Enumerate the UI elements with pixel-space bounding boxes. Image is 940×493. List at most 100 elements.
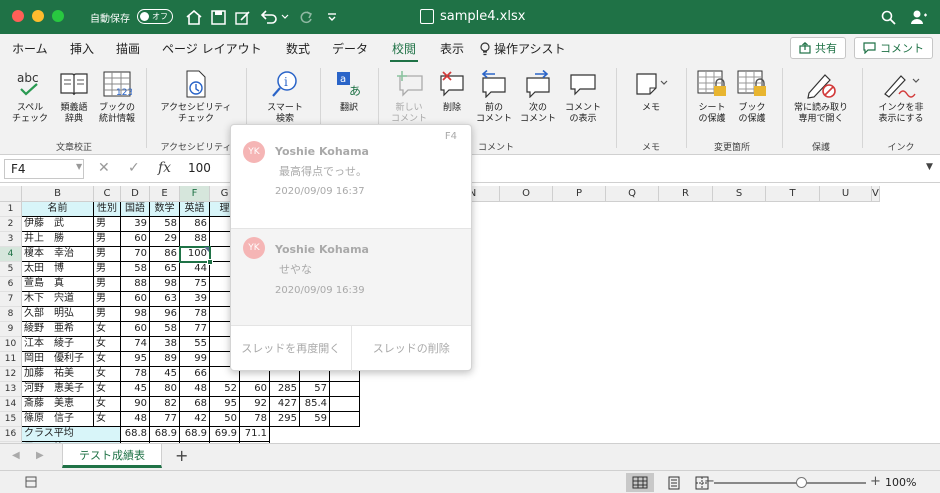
cell[interactable]: 榎本 幸治 (22, 247, 94, 262)
name-box-dropdown-icon[interactable]: ▼ (76, 162, 82, 171)
cell[interactable]: 60 (121, 322, 150, 337)
row-header-13[interactable]: 13 (0, 382, 22, 397)
cell[interactable]: クラス平均 (22, 427, 121, 442)
row-header-14[interactable]: 14 (0, 397, 22, 412)
cell[interactable]: 98 (150, 277, 180, 292)
tab-view[interactable]: 表示 (440, 40, 464, 57)
cell[interactable]: 95 (121, 352, 150, 367)
column-header-Q[interactable]: Q (606, 186, 659, 202)
cell[interactable]: 68.8 (121, 427, 150, 442)
cell[interactable]: 71.1 (240, 427, 270, 442)
column-header-E[interactable]: E (150, 186, 180, 202)
redo-icon[interactable] (296, 8, 316, 26)
row-header-7[interactable]: 7 (0, 292, 22, 307)
column-header-P[interactable]: P (553, 186, 606, 202)
protect-sheet-button[interactable]: シート の保護 (692, 68, 732, 125)
cell[interactable]: 50 (210, 412, 240, 427)
cell[interactable]: 男 (94, 217, 121, 232)
always-open-readonly-button[interactable]: 常に読み取り 専用で開く (788, 68, 854, 125)
cell[interactable]: 45 (121, 382, 150, 397)
prev-sheet-icon[interactable]: ◀ (12, 450, 20, 461)
cell[interactable]: 98 (121, 307, 150, 322)
cell[interactable]: 萱島 真 (22, 277, 94, 292)
home-icon[interactable] (184, 8, 204, 26)
column-header-S[interactable]: S (713, 186, 766, 202)
fill-handle[interactable] (207, 259, 213, 265)
cell[interactable]: 68.9 (180, 427, 210, 442)
accessibility-check-button[interactable]: アクセシビリティ チェック (152, 68, 240, 125)
cell[interactable]: 58 (150, 217, 180, 232)
row-header-5[interactable]: 5 (0, 262, 22, 277)
notes-button[interactable]: メモ (626, 68, 676, 114)
cell[interactable]: 39 (180, 292, 210, 307)
delete-thread-button[interactable]: スレッドの削除 (352, 326, 472, 371)
cell[interactable]: 名前 (22, 202, 94, 217)
new-comment-button[interactable]: 新しい コメント (386, 68, 432, 125)
show-comments-button[interactable]: コメント の表示 (560, 68, 606, 125)
cell[interactable]: 285 (270, 382, 300, 397)
expand-formula-bar-icon[interactable]: ▼ (926, 162, 933, 172)
share-button[interactable]: 共有 (790, 37, 846, 59)
cell[interactable]: 86 (180, 217, 210, 232)
cell[interactable]: 74 (121, 337, 150, 352)
cell[interactable]: 70 (121, 247, 150, 262)
cell[interactable]: 78 (180, 307, 210, 322)
cell[interactable]: 95 (210, 397, 240, 412)
cell[interactable]: 綾野 亜希 (22, 322, 94, 337)
column-header-B[interactable]: B (22, 186, 94, 202)
cell[interactable]: 42 (180, 412, 210, 427)
cell[interactable]: 女 (94, 382, 121, 397)
account-icon[interactable] (908, 8, 930, 26)
row-header-16[interactable]: 16 (0, 427, 22, 442)
tab-page-layout[interactable]: ページ レイアウト (162, 40, 262, 57)
zoom-in-icon[interactable]: + (870, 474, 881, 489)
cell[interactable]: 295 (270, 412, 300, 427)
row-header-10[interactable]: 10 (0, 337, 22, 352)
row-header-1[interactable]: 1 (0, 202, 22, 217)
cell[interactable]: 80 (150, 382, 180, 397)
cell[interactable]: 57 (300, 382, 330, 397)
normal-view-button[interactable] (626, 473, 654, 492)
row-header-11[interactable]: 11 (0, 352, 22, 367)
row-header-9[interactable]: 9 (0, 322, 22, 337)
enter-icon[interactable]: ✓ (128, 160, 140, 176)
smart-lookup-button[interactable]: i スマート 検索 (258, 68, 312, 125)
tab-insert[interactable]: 挿入 (70, 40, 94, 57)
cell[interactable]: 男 (94, 307, 121, 322)
close-window-button[interactable] (12, 10, 24, 22)
cell[interactable]: 86 (150, 247, 180, 262)
cell[interactable]: 男 (94, 232, 121, 247)
autosave-toggle[interactable]: オフ (137, 9, 173, 24)
column-header-V[interactable]: V (872, 186, 880, 202)
cell[interactable]: 58 (150, 322, 180, 337)
cell[interactable]: 38 (150, 337, 180, 352)
cell[interactable]: 69.9 (210, 427, 240, 442)
search-icon[interactable] (878, 8, 898, 26)
cell[interactable]: 65 (150, 262, 180, 277)
cell[interactable]: 性別 (94, 202, 121, 217)
row-header-4[interactable]: 4 (0, 247, 22, 262)
edit-icon[interactable] (232, 8, 252, 26)
protect-workbook-button[interactable]: ブック の保護 (732, 68, 772, 125)
zoom-window-button[interactable] (52, 10, 64, 22)
comment-thread-2[interactable]: YK Yoshie Kohama せやな 2020/09/09 16:39 (231, 229, 471, 325)
cell[interactable]: 55 (180, 337, 210, 352)
tab-review[interactable]: 校閲 (389, 40, 419, 63)
cell[interactable]: 斎藤 美恵 (22, 397, 94, 412)
thesaurus-button[interactable]: 類義語 辞典 (54, 68, 94, 125)
tab-home[interactable]: ホーム (12, 40, 48, 57)
comments-pane-button[interactable]: コメント (854, 37, 933, 59)
sheet-tab-test-results[interactable]: テスト成績表 (62, 444, 162, 468)
zoom-level[interactable]: 100% (885, 476, 916, 489)
next-comment-button[interactable]: 次の コメント (518, 68, 558, 125)
cell[interactable]: 女 (94, 397, 121, 412)
tab-draw[interactable]: 描画 (116, 40, 140, 57)
cell[interactable]: 60 (121, 232, 150, 247)
cell[interactable]: 女 (94, 322, 121, 337)
cell[interactable]: 河野 恵美子 (22, 382, 94, 397)
row-header-3[interactable]: 3 (0, 232, 22, 247)
cell[interactable]: 68.9 (150, 427, 180, 442)
cell[interactable]: 77 (180, 322, 210, 337)
row-header-15[interactable]: 15 (0, 412, 22, 427)
cell[interactable]: 77 (150, 412, 180, 427)
